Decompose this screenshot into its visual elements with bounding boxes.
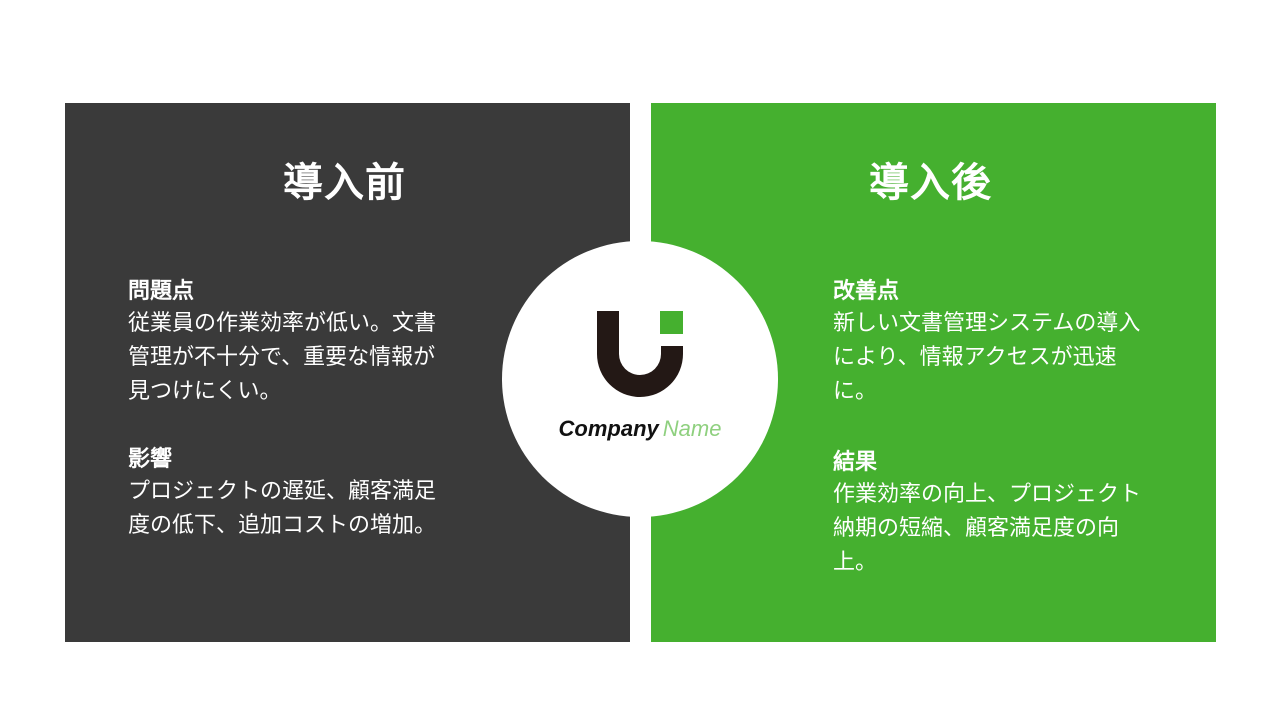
results-body: 作業効率の向上、プロジェクト納期の短縮、顧客満足度の向上。 xyxy=(833,482,1142,575)
impact-section: 影響 プロジェクトの遅延、顧客満足度の低下、追加コストの増加。 xyxy=(128,445,446,543)
impact-heading: 影響 xyxy=(128,447,173,472)
improvements-body: 新しい文書管理システムの導入により、情報アクセスが迅速に。 xyxy=(833,311,1141,404)
comparison-slide: 導入前 問題点 従業員の作業効率が低い。文書管理が不十分で、重要な情報が見つけに… xyxy=(0,0,1280,720)
problems-heading: 問題点 xyxy=(128,279,195,304)
before-title: 導入前 xyxy=(283,160,406,206)
company-logo-wordmark: Company Name xyxy=(502,415,778,443)
u-letter-logo-icon xyxy=(597,311,683,397)
logo-word-company: Company xyxy=(558,416,659,441)
after-title: 導入後 xyxy=(869,160,992,206)
improvements-heading: 改善点 xyxy=(833,279,900,304)
problems-section: 問題点 従業員の作業効率が低い。文書管理が不十分で、重要な情報が見つけにくい。 xyxy=(128,277,446,409)
results-section: 結果 作業効率の向上、プロジェクト納期の短縮、顧客満足度の向上。 xyxy=(833,448,1151,580)
logo-word-name: Name xyxy=(662,416,722,441)
results-heading: 結果 xyxy=(833,450,878,475)
improvements-section: 改善点 新しい文書管理システムの導入により、情報アクセスが迅速に。 xyxy=(833,277,1151,409)
impact-body: プロジェクトの遅延、顧客満足度の低下、追加コストの増加。 xyxy=(128,479,437,538)
problems-body: 従業員の作業効率が低い。文書管理が不十分で、重要な情報が見つけにくい。 xyxy=(128,311,437,404)
company-logo-badge: Company Name xyxy=(502,241,778,517)
